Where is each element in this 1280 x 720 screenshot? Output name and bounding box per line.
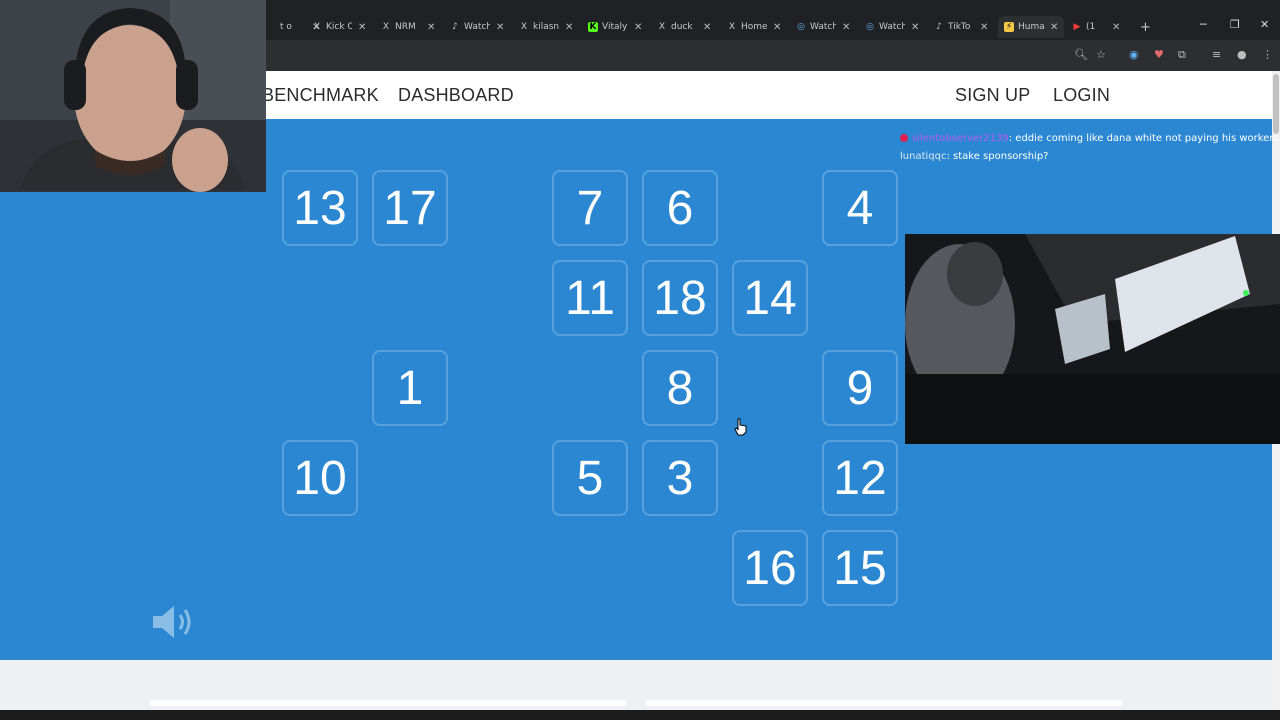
browser-tab[interactable]: ◎ Watch ✕: [865, 16, 919, 38]
close-tab-icon[interactable]: ✕: [703, 22, 711, 33]
globe-icon: ◎: [797, 22, 805, 32]
youtube-icon: ▶: [1073, 22, 1081, 32]
close-tab-icon[interactable]: ✕: [565, 22, 573, 33]
extension-icon[interactable]: ♥: [1154, 48, 1164, 61]
generic-tab-icon: [266, 22, 276, 32]
browser-tab[interactable]: X NRM ✕: [381, 16, 435, 38]
streamer-webcam: [0, 0, 266, 192]
browser-tab[interactable]: X Kick C ✕: [312, 16, 366, 38]
extensions-puzzle-icon[interactable]: ⧉: [1178, 48, 1186, 62]
number-tile[interactable]: 6: [642, 170, 718, 246]
browser-tab[interactable]: Xkilasn ✕: [519, 16, 573, 38]
close-tab-icon[interactable]: ✕: [911, 22, 919, 33]
number-tile[interactable]: 14: [732, 260, 808, 336]
browser-menu-icon[interactable]: ⋮: [1262, 48, 1273, 61]
browser-tab[interactable]: ▶ (1 ✕: [1072, 16, 1121, 38]
kick-icon: K: [588, 22, 598, 32]
number-tile[interactable]: 9: [822, 350, 898, 426]
x-logo-icon: X: [382, 22, 390, 32]
browser-tab[interactable]: ♪ Watch ✕: [450, 16, 504, 38]
media-control-icon[interactable]: ≡: [1212, 48, 1221, 61]
number-tile[interactable]: 3: [642, 440, 718, 516]
chat-badge-icon: [900, 134, 908, 142]
window-bottom-bar: [0, 710, 1280, 720]
nav-login-link[interactable]: LOGIN: [1053, 85, 1110, 106]
number-tile[interactable]: 18: [642, 260, 718, 336]
close-tab-icon[interactable]: ✕: [427, 22, 435, 33]
number-tile[interactable]: 10: [282, 440, 358, 516]
chat-text: : eddie coming like dana white not payin…: [1008, 133, 1279, 144]
globe-icon: ◎: [866, 22, 874, 32]
number-tile[interactable]: 13: [282, 170, 358, 246]
humanbenchmark-icon: ⚡: [1004, 22, 1014, 32]
mouse-cursor-icon: [734, 418, 748, 441]
minimize-window-icon[interactable]: ─: [1200, 18, 1207, 31]
number-tile[interactable]: 17: [372, 170, 448, 246]
number-tile[interactable]: 1: [372, 350, 448, 426]
browser-tab[interactable]: X Home ✕: [727, 16, 781, 38]
number-tile[interactable]: 5: [552, 440, 628, 516]
stream-chat-overlay: silentobserver2139: eddie coming like da…: [900, 131, 1279, 167]
close-tab-icon[interactable]: ✕: [358, 22, 366, 33]
close-tab-icon[interactable]: ✕: [773, 22, 781, 33]
number-tile[interactable]: 8: [642, 350, 718, 426]
scrollbar-thumb[interactable]: [1273, 74, 1279, 134]
close-tab-icon[interactable]: ✕: [980, 22, 988, 33]
zoom-icon[interactable]: 🔍︎: [1074, 48, 1088, 61]
nav-brand-link[interactable]: BENCHMARK: [262, 85, 379, 106]
chat-username: silentobserver2139: [912, 133, 1009, 144]
tiktok-icon: ♪: [452, 22, 458, 32]
x-logo-icon: X: [313, 22, 321, 32]
browser-tab-active[interactable]: ⚡ Huma ✕: [998, 16, 1065, 38]
number-tile[interactable]: 4: [822, 170, 898, 246]
browser-tab[interactable]: Xduck ✕: [657, 16, 711, 38]
close-tab-icon[interactable]: ✕: [1112, 22, 1120, 33]
profile-avatar-icon[interactable]: ●: [1237, 48, 1247, 61]
close-tab-icon[interactable]: ✕: [634, 22, 642, 33]
close-tab-icon[interactable]: ✕: [496, 22, 504, 33]
chat-message: lunatiqqc: stake sponsorship?: [900, 149, 1270, 167]
chat-message: silentobserver2139: eddie coming like da…: [900, 131, 1279, 149]
number-tile[interactable]: 11: [552, 260, 628, 336]
nav-signup-link[interactable]: SIGN UP: [955, 85, 1030, 106]
new-tab-button[interactable]: +: [1140, 16, 1151, 38]
restore-window-icon[interactable]: ❐: [1230, 18, 1240, 31]
extension-icon[interactable]: ◉: [1129, 48, 1139, 61]
number-tile[interactable]: 12: [822, 440, 898, 516]
chat-username: lunatiqqc: [900, 151, 947, 162]
tiktok-icon: ♪: [936, 22, 942, 32]
close-tab-icon[interactable]: ✕: [1050, 22, 1058, 33]
chat-text: : stake sponsorship?: [946, 151, 1049, 162]
close-window-icon[interactable]: ✕: [1260, 18, 1269, 31]
browser-tab[interactable]: ◎ Watch ✕: [796, 16, 850, 38]
room-camera-feed: [905, 234, 1280, 444]
x-logo-icon: X: [728, 22, 736, 32]
bookmark-star-icon[interactable]: ☆: [1096, 48, 1106, 61]
number-tile[interactable]: 7: [552, 170, 628, 246]
close-tab-icon[interactable]: ✕: [842, 22, 850, 33]
x-logo-icon: X: [658, 22, 666, 32]
x-logo-icon: X: [520, 22, 528, 32]
nav-dashboard-link[interactable]: DASHBOARD: [398, 85, 514, 106]
browser-tab[interactable]: ♪ TikTo ✕: [934, 16, 988, 38]
speaker-icon[interactable]: [150, 602, 198, 647]
number-tile[interactable]: 16: [732, 530, 808, 606]
content-card: [150, 700, 626, 706]
number-tile[interactable]: 15: [822, 530, 898, 606]
browser-tab[interactable]: K Vitaly ✕: [588, 16, 642, 38]
content-card: [646, 700, 1122, 706]
